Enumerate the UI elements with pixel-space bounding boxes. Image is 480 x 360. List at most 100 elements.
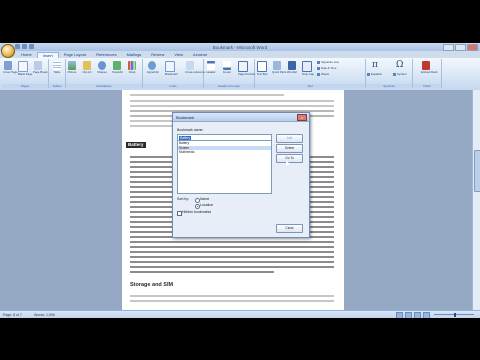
sort-location-label: Location <box>200 203 214 207</box>
group-tables: Table Tables <box>49 59 66 88</box>
list-item[interactable]: Multimedia <box>178 150 271 155</box>
bookmark-name-label: Bookmark name: <box>177 128 204 132</box>
group-label-tables: Tables <box>49 84 65 88</box>
group-symbols: π Equation Ω Symbol Symbols <box>366 59 413 88</box>
chart-icon <box>128 61 136 70</box>
page-count[interactable]: Page: 8 of 7 <box>3 313 22 317</box>
quick-parts-button[interactable]: Quick Parts <box>272 61 286 74</box>
blank-page-button[interactable]: Blank Page <box>18 61 32 76</box>
picture-button[interactable]: Picture <box>67 61 77 74</box>
maximize-button[interactable] <box>455 44 466 51</box>
dialog-close-text-button[interactable]: Close <box>276 224 303 233</box>
view-buttons <box>396 312 430 318</box>
dialog-title-bar: Bookmark × <box>173 113 309 122</box>
hidden-bookmarks-label: Hidden bookmarks <box>182 210 212 214</box>
title-bar: Bookmark - Microsoft Word <box>0 43 480 51</box>
equation-button[interactable]: Equation <box>367 73 382 77</box>
drop-cap-icon <box>302 61 312 72</box>
object-button[interactable]: Object <box>317 73 329 77</box>
smartart-button[interactable]: SmartArt <box>112 61 123 74</box>
office-button[interactable] <box>1 44 15 58</box>
dialog-title: Bookmark <box>176 114 195 120</box>
vertical-scrollbar[interactable] <box>472 90 480 310</box>
bookmark-name-value: Battery <box>179 135 192 140</box>
video-frame: Bookmark - Microsoft Word Home Insert Pa… <box>0 0 480 360</box>
equation-icon[interactable]: π <box>372 60 378 70</box>
close-window-button[interactable] <box>467 44 478 51</box>
scroll-thumb[interactable] <box>474 150 480 192</box>
text-line <box>130 251 334 253</box>
word-count[interactable]: Words: 1,506 <box>34 313 55 317</box>
smartart-icon <box>113 61 121 70</box>
page-number-icon <box>238 61 248 72</box>
text-line <box>130 100 334 102</box>
zoom-slider[interactable] <box>434 312 474 317</box>
page-break-icon <box>34 61 42 70</box>
group-text: Text Box Quick Parts WordArt Drop Cap Si… <box>255 59 366 88</box>
header-icon <box>207 61 215 70</box>
cover-page-button[interactable]: Cover Page <box>3 61 18 74</box>
text-line <box>130 295 334 297</box>
footer-icon <box>223 61 231 70</box>
dialog-close-button[interactable]: × <box>297 114 307 121</box>
group-header-footer: Header Footer Page Number Header & Foote… <box>204 59 255 88</box>
text-line <box>130 105 334 107</box>
clip-art-button[interactable]: Clip Art <box>82 61 92 74</box>
cross-reference-button[interactable]: Cross-reference <box>185 61 205 74</box>
web-layout-icon[interactable] <box>414 312 421 318</box>
outline-icon[interactable] <box>423 312 430 318</box>
group-label-header-footer: Header & Footer <box>204 84 254 88</box>
wordart-button[interactable]: WordArt <box>287 61 297 74</box>
ribbon: Cover Page Blank Page Page Break Pages T… <box>0 58 480 91</box>
sort-name-label: Name <box>200 197 210 201</box>
group-pages: Cover Page Blank Page Page Break Pages <box>2 59 49 88</box>
group-label-links: Links <box>143 84 203 88</box>
bookmark-list[interactable]: Battery Screen Multimedia <box>177 140 272 194</box>
group-label-flash: Flash <box>413 84 441 88</box>
storage-heading: Storage and SIM <box>130 282 174 288</box>
add-button[interactable]: Add <box>276 134 303 143</box>
table-button[interactable]: Table <box>52 61 62 74</box>
full-screen-icon[interactable] <box>405 312 412 318</box>
chart-button[interactable]: Chart <box>127 61 137 74</box>
text-line <box>130 256 334 258</box>
embed-flash-button[interactable]: Embed Flash <box>421 61 437 74</box>
date-time-button[interactable]: Date & Time <box>317 67 336 71</box>
go-to-button[interactable]: Go To <box>276 154 303 163</box>
shapes-button[interactable]: Shapes <box>97 61 107 74</box>
symbol-button[interactable]: Symbol <box>393 73 406 77</box>
bookmark-button[interactable]: Bookmark <box>165 61 178 76</box>
battery-heading[interactable]: Battery <box>126 142 146 148</box>
minimize-button[interactable] <box>443 44 454 51</box>
flash-icon <box>422 61 430 70</box>
window-controls <box>443 44 478 51</box>
hyperlink-button[interactable]: Hyperlink <box>147 61 159 74</box>
text-line <box>130 241 334 243</box>
blank-page-icon <box>18 61 28 72</box>
bookmark-icon <box>165 61 175 72</box>
globe-icon <box>148 61 156 70</box>
group-label-pages: Pages <box>2 84 48 88</box>
group-label-illustrations: Illustrations <box>66 84 142 88</box>
footer-button[interactable]: Footer <box>222 61 232 74</box>
header-button[interactable]: Header <box>206 61 216 74</box>
status-bar: Page: 8 of 7 Words: 1,506 <box>0 310 480 318</box>
text-line <box>130 94 284 96</box>
page-break-button[interactable]: Page Break <box>33 61 48 74</box>
page-number-button[interactable]: Page Number <box>238 61 255 76</box>
group-flash: Embed Flash Flash <box>413 59 442 88</box>
drop-cap-button[interactable]: Drop Cap <box>302 61 314 76</box>
shapes-icon <box>98 61 106 70</box>
group-illustrations: Picture Clip Art Shapes SmartArt Chart I… <box>66 59 143 88</box>
text-box-button[interactable]: Text Box <box>257 61 268 76</box>
symbol-icon[interactable]: Ω <box>396 60 403 70</box>
quick-parts-icon <box>273 61 281 70</box>
print-layout-icon[interactable] <box>396 312 403 318</box>
signature-line-button[interactable]: Signature Line <box>317 61 339 65</box>
text-line <box>130 271 274 273</box>
delete-button[interactable]: Delete <box>276 144 303 153</box>
group-links: Hyperlink Bookmark Cross-reference Links <box>143 59 205 88</box>
clip-art-icon <box>83 61 91 70</box>
cross-reference-icon <box>186 61 194 70</box>
group-label-text: Text <box>255 84 365 88</box>
